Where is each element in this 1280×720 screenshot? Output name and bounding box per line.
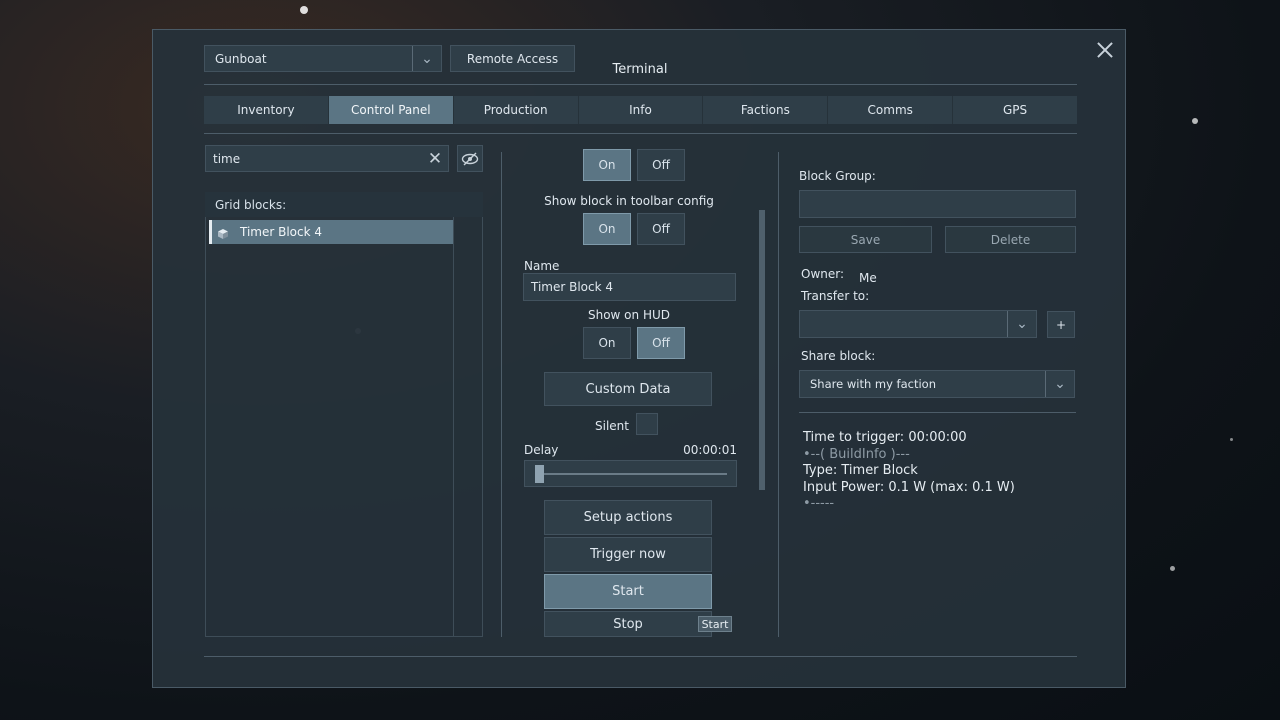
toggle-hud-on[interactable]: On [583,327,631,359]
delay-slider-handle[interactable] [535,465,544,483]
search-input[interactable]: time [205,145,449,172]
start-button[interactable]: Start [544,574,712,609]
middle-left-divider [501,152,502,637]
grid-blocks-label: Grid blocks: [205,192,483,217]
info-type: Type: Timer Block [803,463,918,478]
list-item[interactable]: Timer Block 4 [209,220,453,244]
start-tooltip: Start [698,616,732,632]
toggle-toolbar: On Off [583,213,685,245]
name-input[interactable]: Timer Block 4 [523,273,736,301]
name-input-value: Timer Block 4 [531,280,614,294]
trigger-now-button[interactable]: Trigger now [544,537,712,572]
toggle-enabled-off[interactable]: Off [637,149,685,181]
delete-button[interactable]: Delete [945,226,1076,253]
delay-slider-track [535,473,727,475]
show-hud-label: Show on HUD [587,308,670,322]
info-input-power: Input Power: 0.1 W (max: 0.1 W) [803,479,1015,495]
silent-label: Silent [595,419,629,433]
share-dropdown[interactable]: Share with my faction ⌄ [799,370,1075,398]
delay-slider[interactable] [524,460,737,487]
toggle-toolbar-on[interactable]: On [583,213,631,245]
info-buildinfo-footer: •----- [803,496,835,511]
show-toolbar-label: Show block in toolbar config [544,194,714,208]
middle-right-divider [778,152,779,637]
tab-production[interactable]: Production [453,96,579,124]
setup-actions-button[interactable]: Setup actions [544,500,712,535]
chevron-down-icon: ⌄ [1007,311,1036,337]
block-group-input[interactable] [799,190,1076,218]
stop-button[interactable]: Stop [544,611,712,637]
share-label: Share block: [801,349,876,363]
toggle-hud: On Off [583,327,685,359]
block-info: Time to trigger: 00:00:00 •--( BuildInfo… [803,430,1075,513]
save-button[interactable]: Save [799,226,932,253]
block-group-label: Block Group: [799,169,876,183]
eye-slash-icon [461,152,479,165]
tab-comms[interactable]: Comms [828,96,954,124]
hide-toggle-button[interactable] [457,145,483,172]
transfer-label: Transfer to: [801,289,870,303]
owner-value: Me [859,271,877,285]
tab-info[interactable]: Info [578,96,704,124]
transfer-dropdown[interactable]: ⌄ [799,310,1037,338]
toggle-hud-off[interactable]: Off [637,327,685,359]
clear-icon[interactable]: ✕ [423,145,447,172]
terminal-dialog: Gunboat ⌄ Remote Access Terminal Invento… [152,29,1126,688]
owner-label: Owner: [801,267,845,281]
list-scrollbar-track [453,217,454,637]
search-input-value: time [213,151,241,166]
tab-gps[interactable]: GPS [953,96,1078,124]
silent-checkbox[interactable] [636,413,658,435]
tab-bar: Inventory Control Panel Production Info … [204,96,1078,124]
tab-factions[interactable]: Factions [703,96,829,124]
info-time-to-trigger: Time to trigger: 00:00:00 [803,430,967,445]
delay-label: Delay [524,443,559,457]
list-item-label: Timer Block 4 [240,225,323,239]
toggle-toolbar-off[interactable]: Off [637,213,685,245]
share-dropdown-value: Share with my faction [810,377,937,391]
name-label: Name [524,259,560,273]
tab-inventory[interactable]: Inventory [204,96,329,124]
toggle-enabled: On Off [583,149,685,181]
tabs-divider [204,133,1077,134]
chevron-down-icon: ⌄ [1045,371,1074,397]
footer-divider [204,656,1077,657]
info-divider [799,412,1076,413]
header-divider [204,84,1077,85]
toggle-enabled-on[interactable]: On [583,149,631,181]
window-title: Terminal [612,62,668,77]
cube-icon [217,225,229,239]
middle-scrollbar[interactable] [759,210,765,490]
delay-value: 00:00:01 [683,443,737,457]
close-icon[interactable] [1095,40,1115,60]
info-buildinfo-header: •--( BuildInfo )--- [803,446,910,462]
custom-data-button[interactable]: Custom Data [544,372,712,406]
tab-control-panel[interactable]: Control Panel [328,96,454,124]
add-transfer-button[interactable]: + [1047,311,1075,338]
grid-blocks-panel [205,192,483,637]
